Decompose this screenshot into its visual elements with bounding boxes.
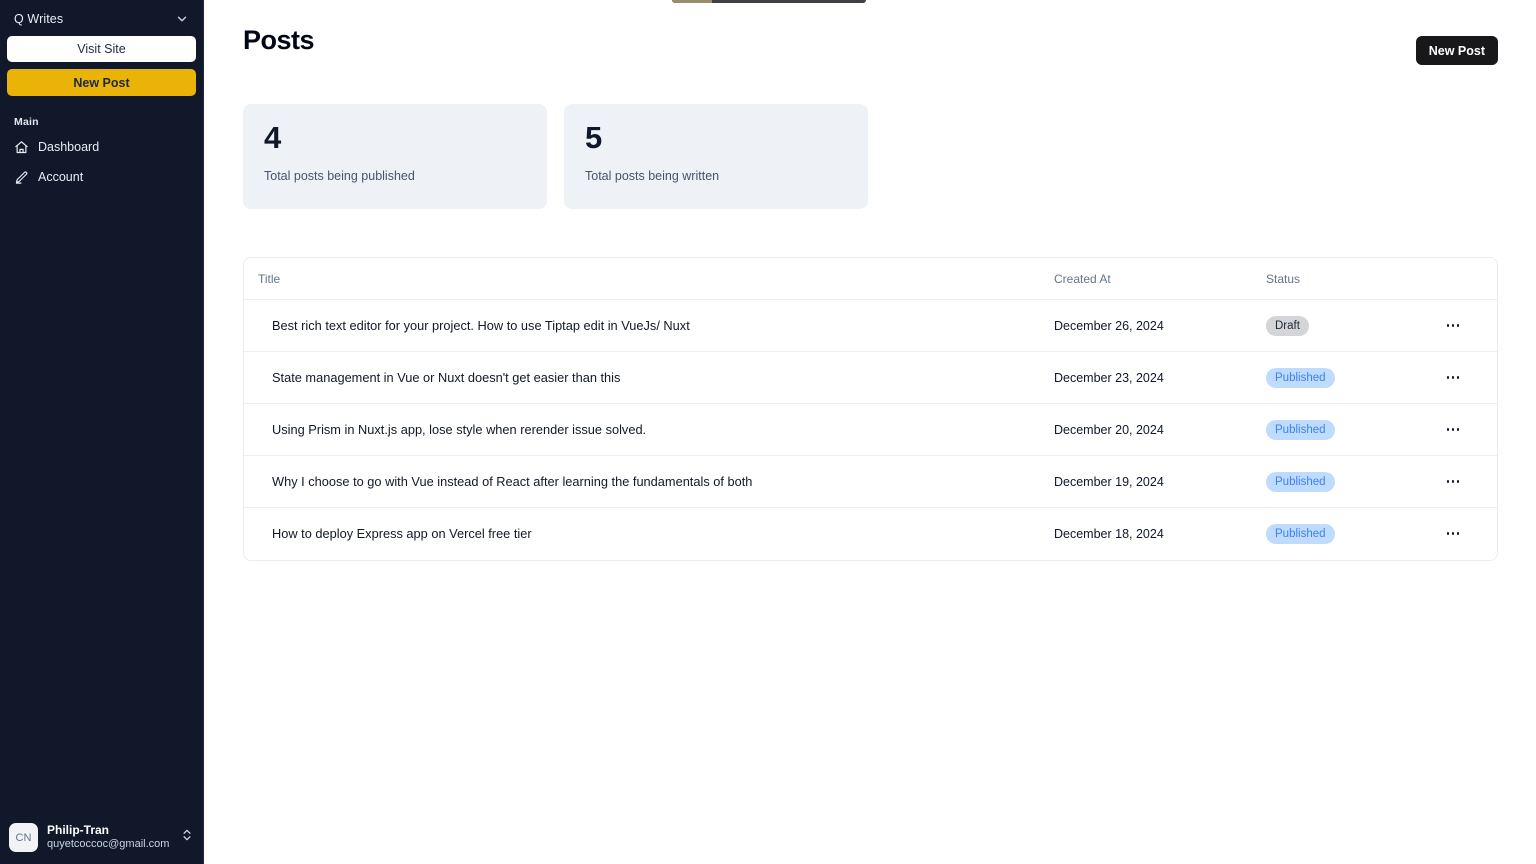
post-created-at-cell: December 26, 2024 — [1054, 299, 1266, 352]
brand: Q Writes — [14, 12, 63, 26]
sidebar-new-post-button[interactable]: New Post — [7, 69, 196, 96]
table-row[interactable]: State management in Vue or Nuxt doesn't … — [244, 351, 1497, 404]
table-row[interactable]: How to deploy Express app on Vercel free… — [244, 507, 1497, 560]
column-header-status[interactable]: Status — [1266, 258, 1416, 300]
home-icon — [14, 140, 29, 155]
post-created-at: December 20, 2024 — [1054, 422, 1164, 437]
post-actions-cell — [1416, 299, 1497, 352]
post-status-cell: Draft — [1266, 299, 1416, 352]
stat-card-published: 4 Total posts being published — [243, 104, 547, 209]
post-status-cell: Published — [1266, 455, 1416, 508]
sidebar-item-label: Account — [38, 170, 84, 184]
post-title[interactable]: Using Prism in Nuxt.js app, lose style w… — [258, 422, 646, 437]
ellipsis-icon[interactable] — [1440, 366, 1466, 390]
chevron-down-icon[interactable] — [175, 12, 189, 26]
user-name: Philip-Tran — [47, 823, 110, 838]
user-email: quyetcoccoc@gmail.com — [47, 838, 170, 851]
status-badge: Draft — [1266, 315, 1309, 336]
post-created-at: December 18, 2024 — [1054, 526, 1164, 541]
sidebar: Q Writes Visit Site New Post Main Dashbo… — [0, 0, 204, 864]
workspace-switcher[interactable]: Q Writes — [0, 0, 203, 36]
post-created-at: December 23, 2024 — [1054, 370, 1164, 385]
table-header-row: Title Created At Status — [244, 258, 1497, 300]
status-badge: Published — [1266, 367, 1335, 388]
column-header-created-at[interactable]: Created At — [1054, 258, 1266, 300]
user-account-switcher[interactable]: CN Philip-Tran quyetcoccoc@gmail.com — [0, 815, 203, 864]
post-created-at: December 19, 2024 — [1054, 474, 1164, 489]
post-title[interactable]: State management in Vue or Nuxt doesn't … — [258, 370, 620, 385]
stat-value: 5 — [585, 120, 602, 155]
sidebar-nav: Dashboard Account — [0, 132, 203, 192]
ellipsis-icon[interactable] — [1440, 314, 1466, 338]
top-cutoff-bar — [672, 0, 866, 3]
avatar: CN — [9, 823, 38, 852]
post-title-cell[interactable]: Using Prism in Nuxt.js app, lose style w… — [244, 403, 1054, 456]
post-actions-cell — [1416, 403, 1497, 456]
post-created-at-cell: December 19, 2024 — [1054, 455, 1266, 508]
column-header-actions — [1416, 258, 1497, 300]
posts-table-body: Best rich text editor for your project. … — [244, 299, 1497, 560]
page-header: Posts New Post — [243, 25, 1498, 70]
posts-table: Title Created At Status Best rich text e… — [244, 258, 1497, 560]
table-row[interactable]: Why I choose to go with Vue instead of R… — [244, 455, 1497, 508]
ellipsis-icon[interactable] — [1440, 522, 1466, 546]
top-cutoff-bar-accent — [672, 0, 712, 3]
stat-value: 4 — [264, 120, 281, 155]
post-title-cell[interactable]: How to deploy Express app on Vercel free… — [244, 507, 1054, 560]
post-title[interactable]: Why I choose to go with Vue instead of R… — [258, 474, 752, 489]
stat-card-written: 5 Total posts being written — [564, 104, 868, 209]
post-status-cell: Published — [1266, 507, 1416, 560]
post-status-cell: Published — [1266, 351, 1416, 404]
sidebar-actions: Visit Site New Post — [0, 36, 203, 96]
post-actions-cell — [1416, 507, 1497, 560]
user-meta: Philip-Tran quyetcoccoc@gmail.com — [47, 823, 171, 852]
page-title: Posts — [243, 25, 315, 55]
posts-table-card: Title Created At Status Best rich text e… — [243, 257, 1498, 561]
main-content: Posts New Post 4 Total posts being publi… — [204, 0, 1536, 864]
status-badge: Published — [1266, 523, 1335, 544]
post-title-cell[interactable]: Best rich text editor for your project. … — [244, 299, 1054, 352]
post-title-cell[interactable]: State management in Vue or Nuxt doesn't … — [244, 351, 1054, 404]
nav-section-label: Main — [14, 116, 39, 128]
sidebar-item-account[interactable]: Account — [7, 162, 196, 192]
post-status-cell: Published — [1266, 403, 1416, 456]
app-root: Q Writes Visit Site New Post Main Dashbo… — [0, 0, 1536, 864]
post-created-at-cell: December 20, 2024 — [1054, 403, 1266, 456]
column-header-title[interactable]: Title — [244, 258, 1054, 300]
post-actions-cell — [1416, 455, 1497, 508]
post-title-cell[interactable]: Why I choose to go with Vue instead of R… — [244, 455, 1054, 508]
brand-label: Q Writes — [14, 12, 64, 26]
pencil-icon — [14, 170, 29, 185]
status-badge: Published — [1266, 419, 1335, 440]
status-badge: Published — [1266, 471, 1335, 492]
post-title[interactable]: How to deploy Express app on Vercel free… — [258, 526, 532, 541]
post-created-at: December 26, 2024 — [1054, 318, 1164, 333]
stats-row: 4 Total posts being published 5 Total po… — [243, 104, 1498, 209]
visit-site-button[interactable]: Visit Site — [7, 36, 196, 62]
stat-label: Total posts being published — [264, 168, 415, 183]
post-created-at-cell: December 23, 2024 — [1054, 351, 1266, 404]
post-title[interactable]: Best rich text editor for your project. … — [258, 318, 690, 333]
table-row[interactable]: Best rich text editor for your project. … — [244, 299, 1497, 352]
new-post-button[interactable]: New Post — [1415, 36, 1498, 65]
post-actions-cell — [1416, 351, 1497, 404]
ellipsis-icon[interactable] — [1440, 470, 1466, 494]
ellipsis-icon[interactable] — [1440, 418, 1466, 442]
sidebar-item-label: Dashboard — [38, 140, 100, 154]
post-created-at-cell: December 18, 2024 — [1054, 507, 1266, 560]
stat-label: Total posts being written — [585, 168, 720, 183]
chevrons-up-down-icon[interactable] — [180, 827, 194, 848]
posts-table-head: Title Created At Status — [244, 258, 1497, 300]
sidebar-item-dashboard[interactable]: Dashboard — [7, 132, 196, 162]
table-row[interactable]: Using Prism in Nuxt.js app, lose style w… — [244, 403, 1497, 456]
